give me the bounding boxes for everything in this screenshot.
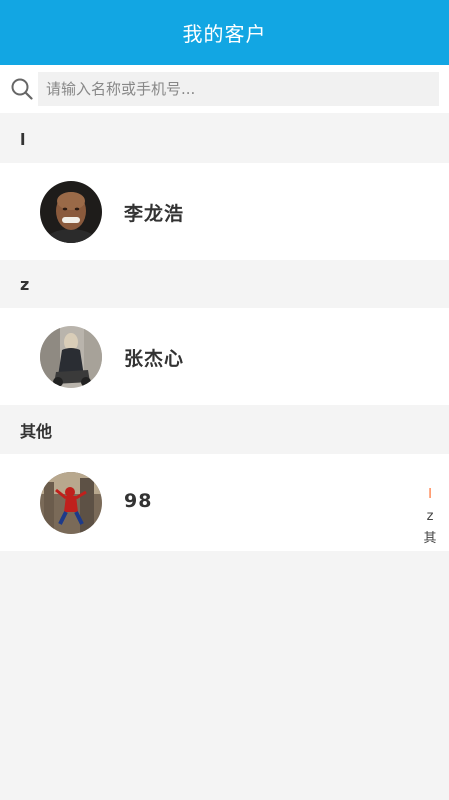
avatar <box>40 181 102 243</box>
avatar <box>40 472 102 534</box>
section-header-other: 其他 <box>0 406 449 454</box>
contact-name: 李龙浩 <box>124 203 185 225</box>
search-icon <box>11 78 33 100</box>
section-letter: z <box>20 274 30 294</box>
contact-row[interactable]: 98 <box>0 454 449 551</box>
index-letter-other[interactable]: 其 <box>423 528 436 550</box>
search-input[interactable] <box>38 72 439 106</box>
section-letter: 其他 <box>20 422 53 441</box>
contact-name: 张杰心 <box>124 348 185 370</box>
contact-row[interactable]: 张杰心 <box>0 308 449 405</box>
section-header-z: z <box>0 260 449 308</box>
alphabet-index-bar[interactable]: l z 其 <box>418 484 442 550</box>
section-letter: l <box>20 129 26 149</box>
search-bar <box>0 65 449 113</box>
index-letter-l[interactable]: l <box>428 484 432 506</box>
contact-row[interactable]: 李龙浩 <box>0 163 449 260</box>
avatar-spiderman-image <box>40 472 102 534</box>
avatar <box>40 326 102 388</box>
avatar-man-portrait-image <box>40 181 102 243</box>
app-header: 我的客户 <box>0 0 449 65</box>
section-header-l: l <box>0 115 449 163</box>
index-letter-z[interactable]: z <box>427 506 434 528</box>
contact-name: 98 <box>124 490 153 512</box>
page-title: 我的客户 <box>182 22 267 46</box>
avatar-woman-motorcycle-image <box>40 326 102 388</box>
